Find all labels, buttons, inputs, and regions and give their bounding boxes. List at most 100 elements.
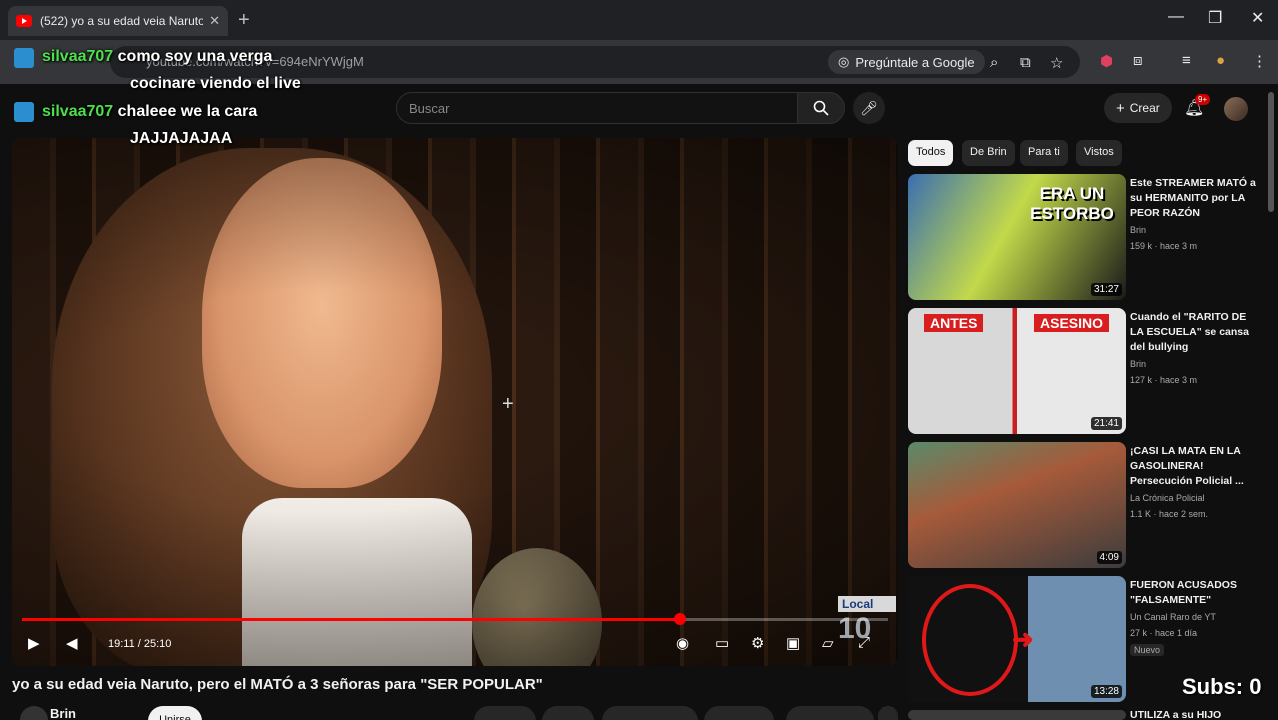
autoplay-toggle-icon[interactable]: ◉: [676, 634, 689, 652]
red-arrow-icon: ➜: [1012, 624, 1034, 654]
maximize-button[interactable]: ❐: [1208, 8, 1222, 28]
chip-vistos[interactable]: Vistos: [1076, 140, 1122, 166]
youtube-favicon-icon: [16, 15, 32, 27]
recommendation-item[interactable]: ERA UN ESTORBO 31:27 Este STREAMER MATÓ …: [908, 174, 1268, 302]
microphone-icon: 🎤︎: [860, 99, 878, 116]
volume-icon[interactable]: ◀︎: [66, 634, 78, 652]
duration-badge: 4:09: [1096, 551, 1122, 564]
chip-todos[interactable]: Todos: [908, 140, 954, 166]
subs-counter: Subs: 0: [1182, 674, 1262, 699]
lens-icon: ◎: [838, 54, 850, 69]
recommendation-info: ¡CASI LA MATA EN LA GASOLINERA! Persecuc…: [1130, 444, 1260, 521]
duration-badge: 21:41: [1090, 417, 1122, 430]
media-control-icon[interactable]: ≡: [1182, 52, 1191, 69]
zoom-icon[interactable]: ⌕: [990, 54, 998, 71]
video-title: yo a su edad veia Naruto, pero el MATÓ a…: [12, 676, 543, 693]
tab-close-icon[interactable]: ✕: [209, 13, 220, 29]
ask-google-label: Pregúntale a Google: [855, 54, 975, 70]
video-thumbnail[interactable]: ERA UN ESTORBO 31:27: [908, 174, 1126, 300]
recommendation-title[interactable]: FUERON ACUSADOS "FALSAMENTE": [1130, 578, 1260, 608]
recommendation-channel[interactable]: La Crónica Policial: [1130, 491, 1260, 505]
extensions-puzzle-icon[interactable]: ⧈: [1133, 52, 1143, 69]
channel-row: Brin Unirse: [12, 704, 898, 720]
voice-search-button[interactable]: 🎤︎: [853, 92, 885, 124]
search-button[interactable]: [797, 92, 845, 124]
duration-badge: 13:28: [1090, 685, 1122, 698]
extension-shield-icon[interactable]: ⬢: [1100, 52, 1113, 70]
recommendation-title[interactable]: UTILIZA a su HIJO: [1130, 708, 1260, 720]
plus-icon: +: [1116, 99, 1125, 117]
video-thumbnail[interactable]: ➜ 13:28: [908, 576, 1126, 702]
create-label: Crear: [1129, 101, 1160, 115]
recommendation-item[interactable]: ANTES ASESINO 21:41 Cuando el "RARITO DE…: [908, 308, 1268, 436]
recommendation-channel[interactable]: Brin: [1130, 223, 1260, 237]
recommendation-channel[interactable]: Un Canal Raro de YT: [1130, 610, 1260, 624]
video-thumbnail[interactable]: ANTES ASESINO 21:41: [908, 308, 1126, 434]
chat-message: cocinare viendo el live: [130, 75, 301, 92]
player-controls: ▶ ◀︎ 19:11 / 25:10 ◉ ▭ ⚙ ▣ ▱ ⤢: [12, 630, 898, 660]
video-player[interactable]: + Local 10 ▶ ◀︎ 19:11 / 25:10 ◉ ▭ ⚙ ▣ ▱ …: [12, 138, 898, 666]
video-thumbnail[interactable]: [908, 710, 1126, 720]
more-button[interactable]: [878, 706, 898, 720]
ask-google-button[interactable]: ◎ Pregúntale a Google: [828, 50, 985, 74]
browser-tabbar: (522) yo a su edad veia Naruto, ✕ + — ❐ …: [0, 0, 1278, 40]
new-tab-button[interactable]: +: [238, 9, 250, 32]
fullscreen-icon[interactable]: ⤢: [858, 634, 870, 651]
close-window-button[interactable]: ✕: [1251, 8, 1264, 28]
like-button[interactable]: [474, 706, 536, 720]
chat-line-2: cocinare viendo el live: [130, 75, 301, 93]
video-thumbnail[interactable]: 4:09: [908, 442, 1126, 568]
save-button[interactable]: [786, 706, 874, 720]
download-button[interactable]: [704, 706, 774, 720]
recommendation-item[interactable]: 4:09 ¡CASI LA MATA EN LA GASOLINERA! Per…: [908, 442, 1268, 570]
station-label: Local: [838, 596, 896, 612]
settings-gear-icon[interactable]: ⚙: [751, 634, 764, 652]
video-vignette: [12, 138, 898, 666]
progress-bar[interactable]: [22, 613, 888, 625]
share-button[interactable]: [542, 706, 594, 720]
thumbnail-caption: ERA UN ESTORBO: [1030, 184, 1114, 223]
create-button[interactable]: + Crear: [1104, 93, 1172, 123]
duration-badge: 31:27: [1090, 283, 1122, 296]
cast-icon[interactable]: ▱: [822, 634, 834, 652]
time-display: 19:11 / 25:10: [108, 638, 172, 650]
recommendation-channel[interactable]: Brin: [1130, 357, 1260, 371]
chip-de-brin[interactable]: De Brin: [962, 140, 1015, 166]
chat-line-1: silvaa707 como soy una verga: [42, 48, 272, 66]
chat-message: como soy una verga: [117, 48, 273, 65]
recommendation-title[interactable]: ¡CASI LA MATA EN LA GASOLINERA! Persecuc…: [1130, 444, 1260, 489]
chat-username: silvaa707: [42, 103, 114, 120]
recommendation-title[interactable]: Cuando el "RARITO DE LA ESCUELA" se cans…: [1130, 310, 1260, 355]
join-button[interactable]: Unirse: [148, 706, 202, 720]
recommendation-stats: 27 k · hace 1 día: [1130, 628, 1198, 638]
channel-avatar[interactable]: [20, 706, 48, 720]
chat-line-3: silvaa707 chaleee we la cara: [42, 103, 257, 121]
minimize-button[interactable]: —: [1168, 8, 1184, 26]
browser-menu-icon[interactable]: ⋮: [1252, 52, 1267, 70]
clip-button[interactable]: [602, 706, 698, 720]
recommendation-title[interactable]: Este STREAMER MATÓ a su HERMANITO por LA…: [1130, 176, 1260, 221]
channel-name[interactable]: Brin: [50, 706, 76, 720]
install-icon[interactable]: ⧉: [1020, 54, 1031, 71]
new-badge: Nuevo: [1130, 644, 1165, 656]
profile-avatar-icon[interactable]: ●: [1216, 52, 1225, 69]
bookmark-star-icon[interactable]: ☆: [1050, 54, 1063, 72]
play-icon[interactable]: ▶: [28, 634, 40, 652]
thumbnail-caption-left: ANTES: [924, 314, 984, 332]
account-avatar[interactable]: [1224, 97, 1248, 121]
miniplayer-icon[interactable]: ▣: [786, 634, 800, 652]
browser-tab[interactable]: (522) yo a su edad veia Naruto, ✕: [8, 6, 228, 36]
search-icon: [813, 100, 829, 116]
tab-title: (522) yo a su edad veia Naruto,: [40, 14, 204, 28]
subtitles-icon[interactable]: ▭: [715, 634, 729, 652]
chat-username: silvaa707: [42, 48, 114, 65]
page-scrollbar[interactable]: [1268, 92, 1274, 212]
recommendation-stats: 1.1 K · hace 2 sem.: [1130, 509, 1209, 519]
red-circle-mark: [922, 584, 1018, 696]
search-input[interactable]: Buscar: [396, 92, 798, 124]
crosshair-cursor-icon: +: [502, 393, 514, 415]
recommendation-stats: 159 k · hace 3 m: [1130, 241, 1198, 251]
screen: (522) yo a su edad veia Naruto, ✕ + — ❐ …: [0, 0, 1278, 720]
recommendation-item[interactable]: UTILIZA a su HIJO: [908, 708, 1268, 720]
chip-para-ti[interactable]: Para ti: [1020, 140, 1068, 166]
